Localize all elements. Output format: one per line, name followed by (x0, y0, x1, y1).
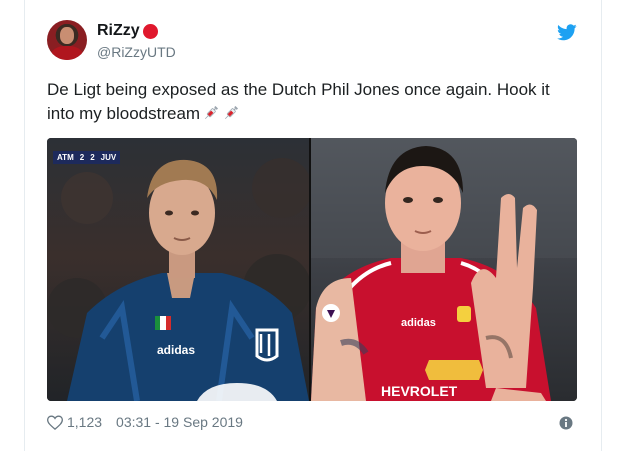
score-home: 2 (79, 153, 85, 162)
red-circle-icon (142, 23, 158, 39)
tweet-body: De Ligt being exposed as the Dutch Phil … (47, 80, 550, 123)
photo-de-ligt[interactable]: adidas ATM 2 2 JUV (47, 138, 309, 401)
photo-phil-jones[interactable]: adidas HEVROLET (311, 138, 577, 401)
tweet-text: De Ligt being exposed as the Dutch Phil … (47, 78, 577, 126)
scoreboard: ATM 2 2 JUV (53, 151, 121, 164)
score-away: 2 (90, 153, 95, 162)
author-name[interactable]: RiZzy (97, 22, 140, 40)
media-grid[interactable]: adidas ATM 2 2 JUV adidas HEVROLET (47, 138, 577, 401)
score-home-team: ATM (57, 153, 74, 162)
twitter-bird-icon[interactable] (557, 24, 577, 41)
tweet-timestamp[interactable]: 03:31 - 19 Sep 2019 (116, 414, 243, 430)
tweet-card: RiZzy @RiZzyUTD De Ligt being exposed as… (24, 0, 602, 451)
syringe-icon (225, 105, 239, 119)
author-name-row[interactable]: RiZzy (97, 22, 158, 40)
shirt-brand-text: adidas (401, 317, 436, 329)
de-ligt-illustration: adidas (47, 158, 309, 401)
tweet-footer: 1,123 03:31 - 19 Sep 2019 (47, 414, 243, 430)
avatar[interactable] (47, 20, 87, 60)
avatar-face (60, 27, 74, 44)
score-away-team: JUV (100, 153, 117, 162)
shirt-sponsor-text: HEVROLET (381, 383, 458, 399)
syringe-icon (205, 105, 219, 119)
author-handle[interactable]: @RiZzyUTD (97, 44, 176, 60)
like-count[interactable]: 1,123 (67, 414, 102, 430)
avatar-shirt (51, 46, 83, 60)
phil-jones-illustration: adidas HEVROLET (311, 138, 577, 401)
heart-icon[interactable] (47, 414, 63, 430)
shirt-brand-text: adidas (157, 343, 195, 357)
info-icon[interactable] (559, 416, 573, 430)
